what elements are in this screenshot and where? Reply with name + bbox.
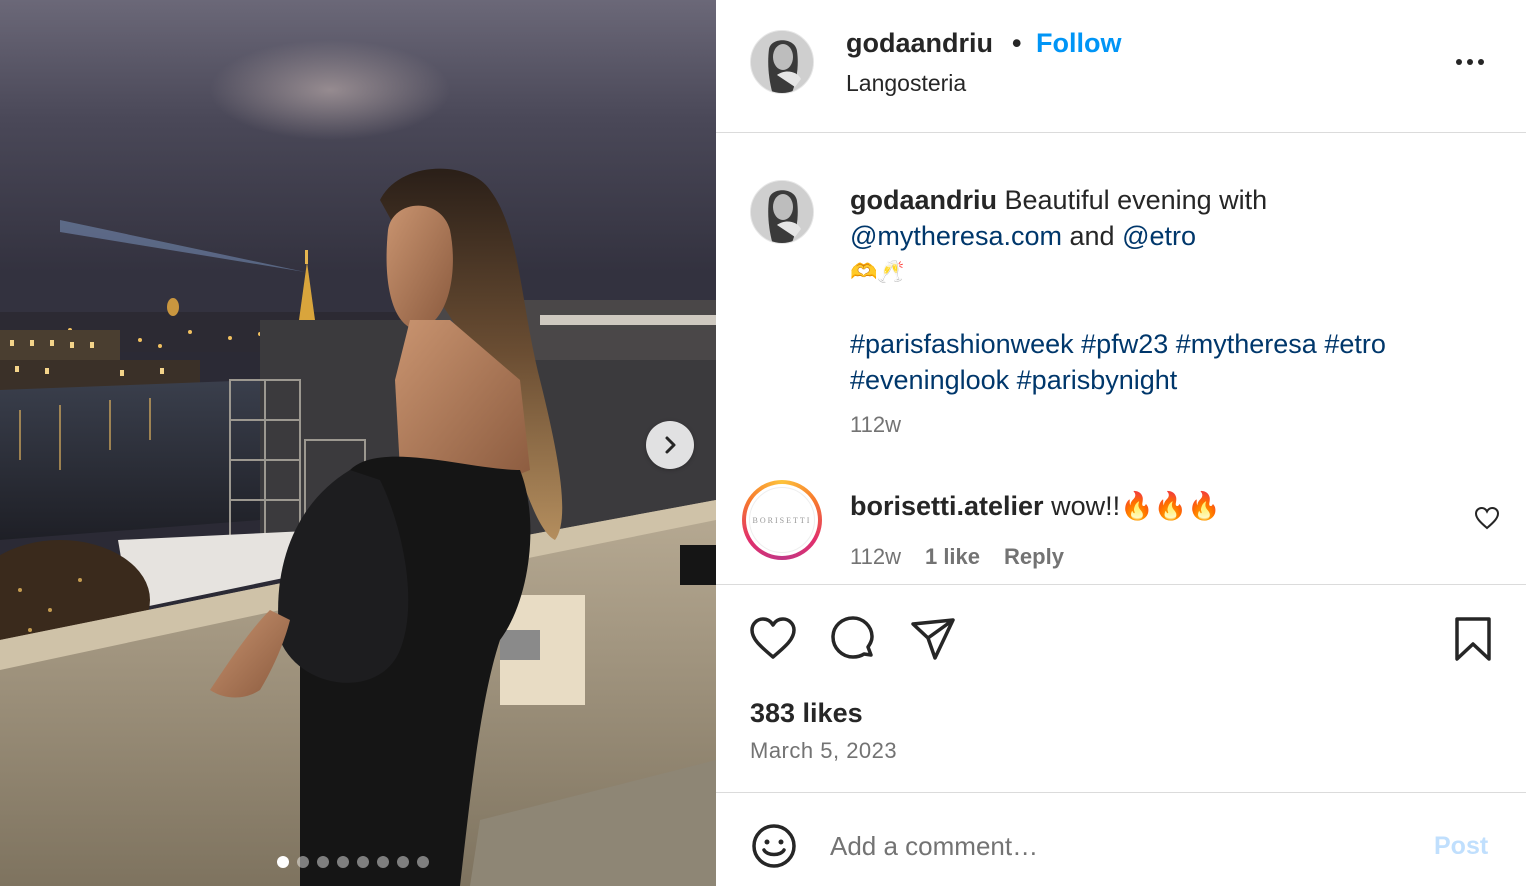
commenter-avatar[interactable]: BORISETTI: [742, 480, 822, 560]
next-slide-button[interactable]: [646, 421, 694, 469]
commenter-username[interactable]: borisetti.atelier: [850, 491, 1044, 521]
caption-timestamp[interactable]: 112w: [850, 412, 901, 438]
caption-author-avatar[interactable]: [750, 180, 814, 244]
caption-emojis: 🫶🥂: [850, 259, 905, 284]
carousel-dot: [357, 856, 369, 868]
comments-divider: [716, 584, 1526, 585]
post-caption: godaandriu Beautiful evening with @mythe…: [850, 182, 1490, 398]
comment-likes-count[interactable]: 1 like: [925, 544, 980, 570]
hashtag-link[interactable]: #etro: [1324, 329, 1386, 359]
comment-input[interactable]: [830, 826, 1410, 866]
carousel-dot: [337, 856, 349, 868]
caption-line-2: @mytheresa.com and @etro: [850, 218, 1490, 254]
chevron-right-icon: [665, 436, 676, 454]
comment-body: borisetti.atelier wow!!🔥🔥🔥: [850, 490, 1221, 522]
carousel-indicator: [277, 856, 429, 868]
caption-text: Beautiful evening with: [1004, 185, 1268, 215]
send-icon[interactable]: [908, 614, 958, 664]
carousel-dot: [317, 856, 329, 868]
comment-heart-icon[interactable]: [1474, 506, 1500, 530]
reply-button[interactable]: Reply: [1004, 544, 1064, 570]
post-media[interactable]: [0, 0, 716, 886]
post-details-panel: godaandriu • Follow Langosteria godaandr…: [716, 0, 1526, 886]
post-location[interactable]: Langosteria: [846, 70, 966, 97]
comment-meta: 112w 1 like Reply: [850, 544, 1064, 570]
carousel-dot: [417, 856, 429, 868]
header-divider: [716, 132, 1526, 133]
caption-and: and: [1069, 221, 1115, 251]
avatar-image: [751, 31, 813, 93]
carousel-dot: [377, 856, 389, 868]
avatar-inner: BORISETTI: [746, 484, 818, 556]
hashtag-link[interactable]: #parisbynight: [1017, 365, 1178, 395]
emoji-icon[interactable]: [750, 822, 798, 870]
more-dot: [1478, 59, 1484, 65]
composer-divider: [716, 792, 1526, 793]
more-options-button[interactable]: [1450, 50, 1490, 74]
comment-text: wow!!🔥🔥🔥: [1051, 491, 1221, 521]
more-dot: [1467, 59, 1473, 65]
carousel-dot: [297, 856, 309, 868]
author-username[interactable]: godaandriu: [846, 28, 993, 59]
mention-link[interactable]: @mytheresa.com: [850, 221, 1062, 251]
caption-username[interactable]: godaandriu: [850, 185, 997, 215]
post-date[interactable]: March 5, 2023: [750, 738, 897, 764]
mention-link[interactable]: @etro: [1122, 221, 1196, 251]
comment-timestamp[interactable]: 112w: [850, 544, 901, 570]
carousel-dot: [397, 856, 409, 868]
likes-count[interactable]: 383 likes: [750, 698, 863, 729]
comment-icon[interactable]: [828, 614, 878, 664]
carousel-dot: [277, 856, 289, 868]
follow-button[interactable]: Follow: [1036, 28, 1121, 59]
hashtag-link[interactable]: #parisfashionweek: [850, 329, 1074, 359]
hashtag-link[interactable]: #mytheresa: [1176, 329, 1317, 359]
caption-hashtags-2: #eveninglook #parisbynight: [850, 362, 1490, 398]
post-photo: [0, 0, 716, 886]
heart-icon[interactable]: [748, 614, 798, 664]
header-separator: •: [1012, 28, 1022, 58]
caption-hashtags-1: #parisfashionweek #pfw23 #mytheresa #etr…: [850, 326, 1490, 362]
post-comment-button[interactable]: Post: [1434, 832, 1488, 861]
hashtag-link[interactable]: #eveninglook: [850, 365, 1009, 395]
hashtag-link[interactable]: #pfw23: [1081, 329, 1168, 359]
caption-line-1: godaandriu Beautiful evening with: [850, 182, 1490, 218]
bookmark-icon[interactable]: [1448, 614, 1498, 664]
more-horizontal-icon: [1456, 59, 1462, 65]
avatar-image: [751, 181, 813, 243]
brand-logo: BORISETTI: [749, 487, 815, 553]
author-avatar[interactable]: [750, 30, 814, 94]
